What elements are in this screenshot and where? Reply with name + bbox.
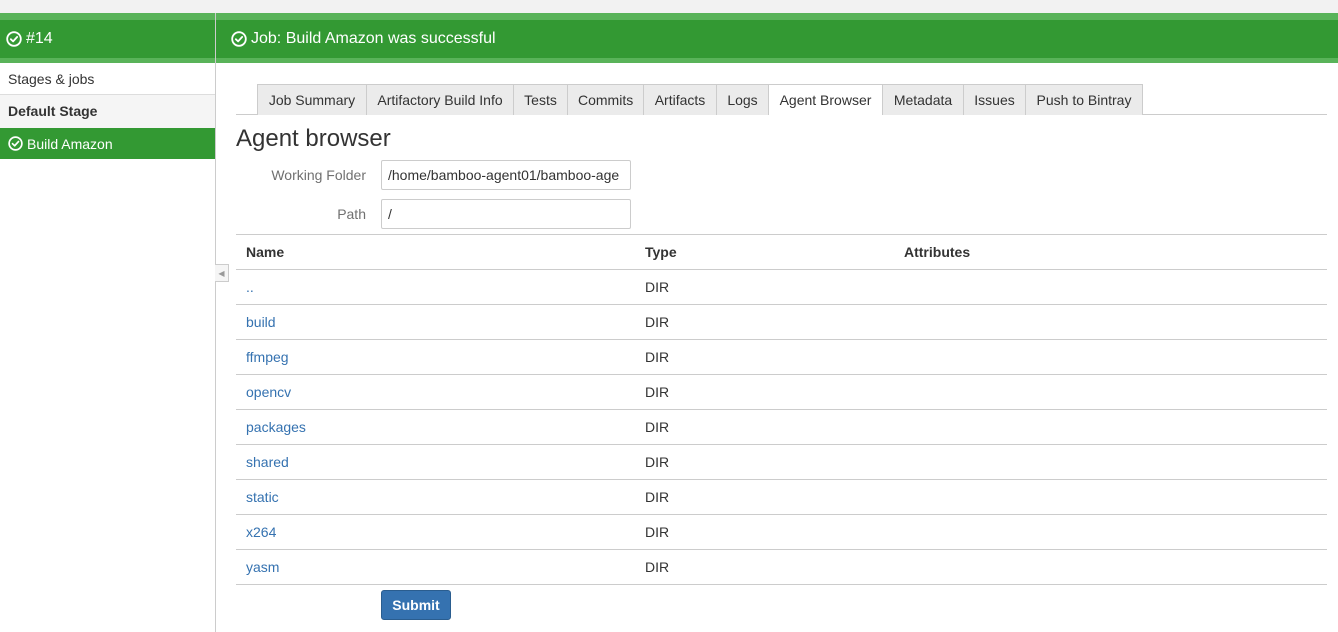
file-attributes bbox=[894, 375, 1327, 410]
table-row: build DIR bbox=[236, 305, 1327, 340]
page-title: Agent browser bbox=[236, 124, 391, 154]
path-label: Path bbox=[236, 206, 366, 222]
column-header-attributes: Attributes bbox=[894, 235, 1327, 270]
file-name-cell: opencv bbox=[236, 375, 635, 410]
file-table: Name Type Attributes .. DIR build DIR ff… bbox=[236, 234, 1327, 585]
table-row: x264 DIR bbox=[236, 515, 1327, 550]
tab-tests[interactable]: Tests bbox=[513, 84, 568, 115]
page-header-title: Job: Build Amazon was successful bbox=[251, 30, 496, 48]
file-attributes bbox=[894, 480, 1327, 515]
file-attributes bbox=[894, 515, 1327, 550]
path-input[interactable] bbox=[381, 199, 631, 229]
file-link[interactable]: ffmpeg bbox=[246, 349, 289, 365]
chevron-left-icon: ◀ bbox=[218, 269, 224, 278]
table-row: static DIR bbox=[236, 480, 1327, 515]
file-name-cell: shared bbox=[236, 445, 635, 480]
file-link[interactable]: .. bbox=[246, 279, 254, 295]
tab-commits[interactable]: Commits bbox=[567, 84, 644, 115]
file-link[interactable]: shared bbox=[246, 454, 289, 470]
file-link[interactable]: build bbox=[246, 314, 276, 330]
job-name: Build Amazon bbox=[27, 136, 113, 152]
table-row: opencv DIR bbox=[236, 375, 1327, 410]
table-row: shared DIR bbox=[236, 445, 1327, 480]
file-attributes bbox=[894, 305, 1327, 340]
file-name-cell: yasm bbox=[236, 550, 635, 585]
check-circle-icon bbox=[6, 31, 22, 47]
top-strip bbox=[0, 0, 1338, 13]
file-attributes bbox=[894, 445, 1327, 480]
table-header-row: Name Type Attributes bbox=[236, 235, 1327, 270]
tab-metadata[interactable]: Metadata bbox=[882, 84, 964, 115]
file-name-cell: static bbox=[236, 480, 635, 515]
tab-agent-browser[interactable]: Agent Browser bbox=[768, 84, 883, 115]
file-type: DIR bbox=[635, 515, 894, 550]
file-link[interactable]: static bbox=[246, 489, 279, 505]
file-type: DIR bbox=[635, 550, 894, 585]
tab-logs[interactable]: Logs bbox=[716, 84, 769, 115]
tab-push-to-bintray[interactable]: Push to Bintray bbox=[1025, 84, 1143, 115]
table-row: yasm DIR bbox=[236, 550, 1327, 585]
table-row: .. DIR bbox=[236, 270, 1327, 305]
file-name-cell: .. bbox=[236, 270, 635, 305]
file-attributes bbox=[894, 550, 1327, 585]
tab-artifactory-build-info[interactable]: Artifactory Build Info bbox=[366, 84, 514, 115]
build-number-header[interactable]: #14 bbox=[0, 13, 215, 63]
sidebar-collapse-handle[interactable]: ◀ bbox=[215, 264, 229, 282]
file-type: DIR bbox=[635, 340, 894, 375]
file-type: DIR bbox=[635, 270, 894, 305]
build-number: #14 bbox=[26, 30, 53, 48]
check-circle-icon bbox=[231, 31, 247, 47]
file-link[interactable]: packages bbox=[246, 419, 306, 435]
file-attributes bbox=[894, 410, 1327, 445]
sidebar: #14 Stages & jobs Default Stage Build Am… bbox=[0, 13, 216, 632]
check-circle-icon bbox=[8, 136, 23, 151]
table-row: packages DIR bbox=[236, 410, 1327, 445]
tab-issues[interactable]: Issues bbox=[963, 84, 1026, 115]
working-folder-label: Working Folder bbox=[236, 167, 366, 183]
file-type: DIR bbox=[635, 375, 894, 410]
file-type: DIR bbox=[635, 480, 894, 515]
file-attributes bbox=[894, 340, 1327, 375]
file-link[interactable]: opencv bbox=[246, 384, 291, 400]
file-type: DIR bbox=[635, 410, 894, 445]
stages-jobs-link[interactable]: Stages & jobs bbox=[0, 63, 215, 95]
tab-artifacts[interactable]: Artifacts bbox=[643, 84, 717, 115]
file-link[interactable]: yasm bbox=[246, 559, 279, 575]
job-status-header: Job: Build Amazon was successful bbox=[216, 13, 1338, 63]
column-header-type: Type bbox=[635, 235, 894, 270]
file-type: DIR bbox=[635, 305, 894, 340]
file-name-cell: build bbox=[236, 305, 635, 340]
stage-name: Default Stage bbox=[0, 95, 215, 128]
file-name-cell: packages bbox=[236, 410, 635, 445]
tab-bar: Job Summary Artifactory Build Info Tests… bbox=[236, 84, 1327, 115]
submit-button[interactable]: Submit bbox=[381, 590, 451, 620]
column-header-name: Name bbox=[236, 235, 635, 270]
file-name-cell: x264 bbox=[236, 515, 635, 550]
table-row: ffmpeg DIR bbox=[236, 340, 1327, 375]
file-link[interactable]: x264 bbox=[246, 524, 276, 540]
file-attributes bbox=[894, 270, 1327, 305]
file-name-cell: ffmpeg bbox=[236, 340, 635, 375]
job-item-build-amazon[interactable]: Build Amazon bbox=[0, 128, 215, 159]
file-type: DIR bbox=[635, 445, 894, 480]
working-folder-input[interactable] bbox=[381, 160, 631, 190]
tab-job-summary[interactable]: Job Summary bbox=[257, 84, 367, 115]
